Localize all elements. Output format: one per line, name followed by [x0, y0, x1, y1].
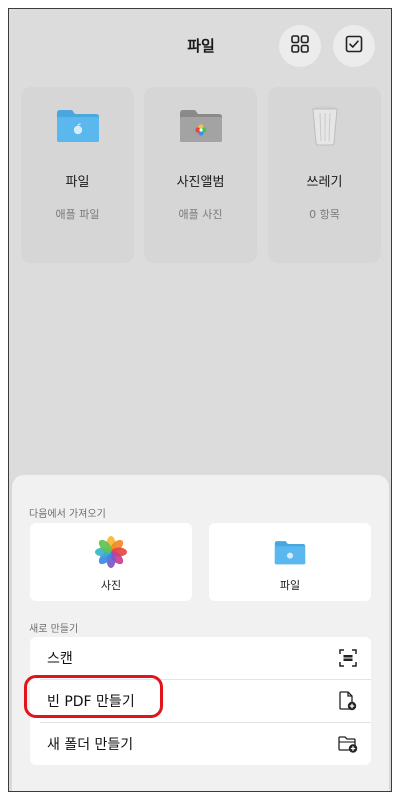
app-window: 파일 파일 애플 파일 사진앨범 애플 사진 쓰레기 0 항목 다음에서 가져오…	[8, 8, 392, 792]
card-name: 파일	[65, 175, 90, 190]
import-photos-button[interactable]: 사진	[30, 523, 192, 601]
grid-view-button[interactable]	[279, 25, 321, 67]
scan-button[interactable]: 스캔	[30, 637, 371, 679]
import-files-label: 파일	[279, 579, 301, 592]
card-photo-album[interactable]: 사진앨범 애플 사진	[144, 87, 257, 263]
card-subtitle: 0 항목	[309, 208, 340, 221]
folder-icon	[209, 535, 371, 569]
import-files-button[interactable]: 파일	[209, 523, 371, 601]
create-new-folder-button[interactable]: 새 폴더 만들기	[30, 723, 371, 765]
create-empty-pdf-button[interactable]: 빈 PDF 만들기	[30, 680, 371, 722]
import-photos-label: 사진	[100, 579, 122, 592]
new-folder-icon	[337, 733, 359, 755]
create-new-folder-label: 새 폴더 만들기	[47, 737, 134, 753]
import-section-label: 다음에서 가져오기	[29, 509, 106, 520]
scan-icon	[337, 647, 359, 669]
card-name: 사진앨범	[176, 175, 225, 190]
select-button[interactable]	[333, 25, 375, 67]
folder-icon	[21, 103, 134, 147]
scan-label: 스캔	[47, 651, 73, 667]
card-subtitle: 애플 사진	[178, 208, 223, 221]
card-trash[interactable]: 쓰레기 0 항목	[268, 87, 381, 263]
create-list: 스캔 빈 PDF 만들기 새 폴더 만들기	[30, 637, 371, 765]
action-sheet: 다음에서 가져오기 사진 파일 새로 만들기 스캔 빈 PDF 만들기 새 폴더…	[12, 475, 389, 791]
files-screen: 파일 파일 애플 파일 사진앨범 애플 사진 쓰레기 0 항목	[9, 9, 391, 479]
create-empty-pdf-label: 빈 PDF 만들기	[47, 694, 135, 710]
create-section-label: 새로 만들기	[29, 624, 79, 635]
location-cards: 파일 애플 파일 사진앨범 애플 사진 쓰레기 0 항목	[21, 87, 381, 263]
grid-icon	[290, 34, 310, 58]
card-subtitle: 애플 파일	[55, 208, 100, 221]
checkbox-icon	[344, 34, 364, 58]
photos-folder-icon	[144, 103, 257, 147]
card-name: 쓰레기	[306, 175, 343, 190]
trash-icon	[268, 103, 381, 147]
card-files[interactable]: 파일 애플 파일	[21, 87, 134, 263]
photos-icon	[30, 535, 192, 569]
new-document-icon	[337, 690, 359, 712]
